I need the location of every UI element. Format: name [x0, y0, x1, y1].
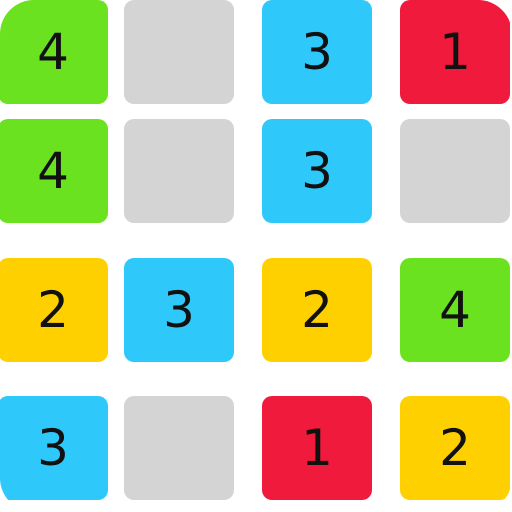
tile-number: 3: [301, 142, 333, 200]
tile-r2-c3[interactable]: 4: [400, 258, 510, 362]
tile-r1-c2[interactable]: 3: [262, 119, 372, 223]
tile-r1-c0[interactable]: 4: [0, 119, 108, 223]
tile-r0-c0[interactable]: 4: [0, 0, 108, 104]
tile-number: 1: [301, 419, 333, 477]
tile-r1-c3[interactable]: [400, 119, 510, 223]
tile-number: 1: [439, 23, 471, 81]
tile-number: 3: [37, 419, 69, 477]
tile-number: 4: [439, 281, 471, 339]
tile-r0-c1[interactable]: [124, 0, 234, 104]
tile-number: 2: [301, 281, 333, 339]
tile-r0-c2[interactable]: 3: [262, 0, 372, 104]
tile-r2-c1[interactable]: 3: [124, 258, 234, 362]
tile-r2-c2[interactable]: 2: [262, 258, 372, 362]
tile-r3-c1[interactable]: [124, 396, 234, 500]
tile-r3-c2[interactable]: 1: [262, 396, 372, 500]
tile-r2-c0[interactable]: 2: [0, 258, 108, 362]
tile-number: 4: [37, 23, 69, 81]
tile-number: 2: [439, 419, 471, 477]
tile-r0-c3[interactable]: 1: [400, 0, 510, 104]
tile-number: 3: [301, 23, 333, 81]
tile-r1-c1[interactable]: [124, 119, 234, 223]
tile-number: 4: [37, 142, 69, 200]
tile-r3-c3[interactable]: 2: [400, 396, 510, 500]
tile-r3-c0[interactable]: 3: [0, 396, 108, 500]
tile-number: 3: [163, 281, 195, 339]
game-board: 4 3 1 4 3 2 3 2 4 3 1 2: [0, 0, 512, 512]
tile-number: 2: [37, 281, 69, 339]
